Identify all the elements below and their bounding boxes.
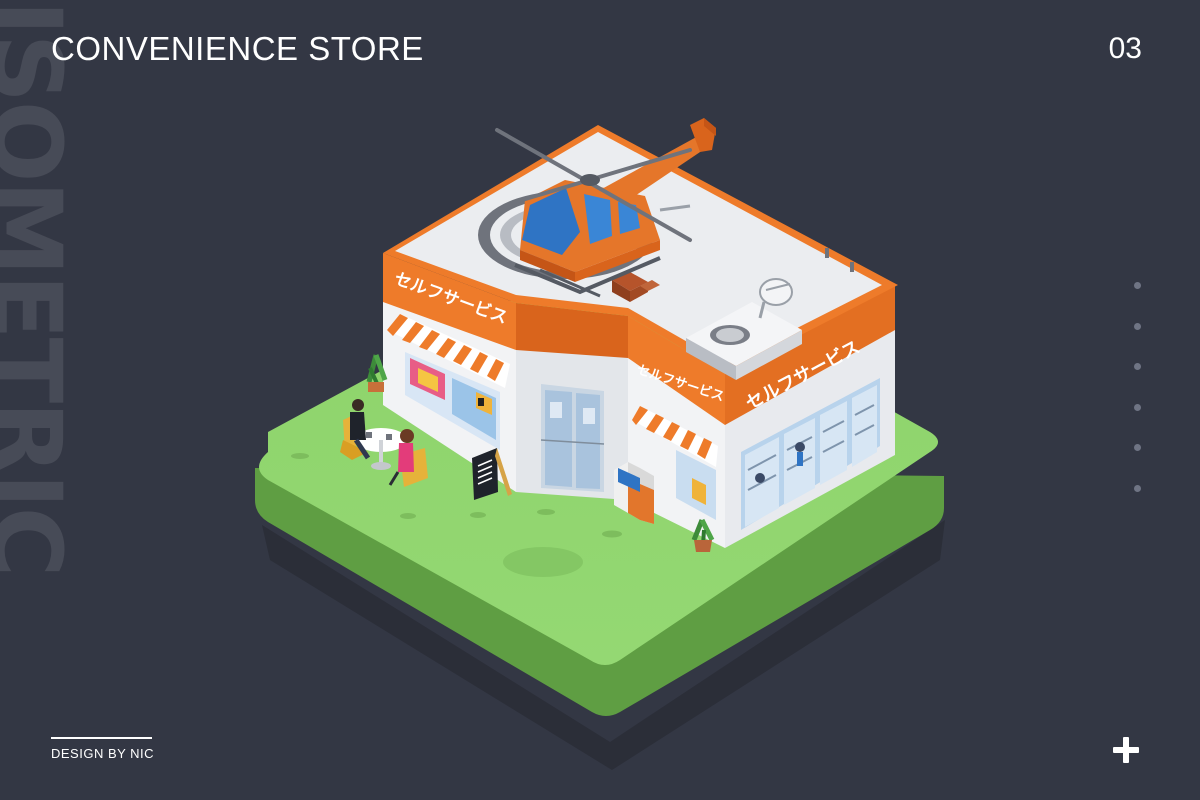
entrance-door [540,384,605,492]
isometric-store-illustration: セルフサービス セルフサービス セルフサービス [255,118,945,770]
